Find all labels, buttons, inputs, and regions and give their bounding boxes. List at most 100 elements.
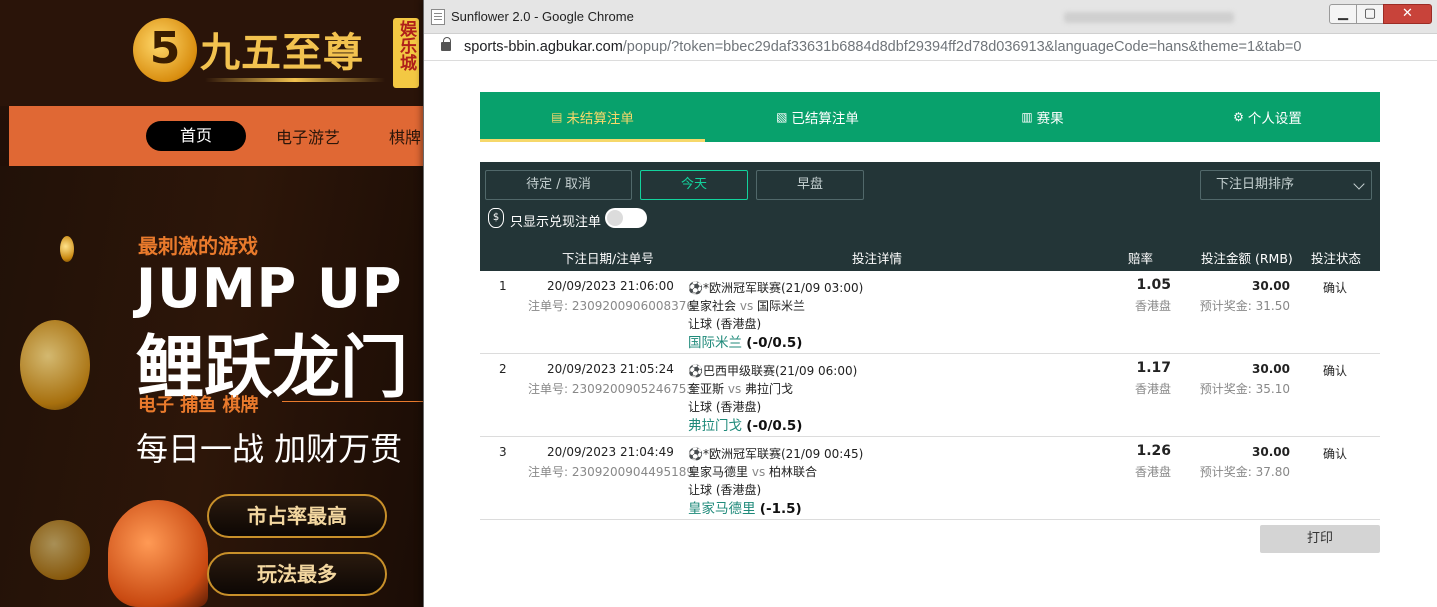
vs-label: vs: [727, 382, 742, 396]
away-team: 弗拉门戈: [745, 382, 794, 396]
close-button[interactable]: ✕: [1383, 4, 1432, 24]
maximize-button[interactable]: ▢: [1356, 4, 1384, 24]
selection-team: 国际米兰: [688, 335, 742, 351]
selection-team: 皇家马德里: [688, 501, 756, 517]
site-nav: 首页 电子游艺 棋牌: [9, 106, 430, 166]
league: ⚽*欧洲冠军联赛(21/09 00:45): [688, 445, 863, 462]
logo-badge-text: 娱乐城: [396, 20, 416, 71]
odds-value: 1.05: [1136, 277, 1171, 293]
results-board-icon: ▥: [1021, 110, 1033, 124]
soccer-ball-icon: ⚽: [688, 447, 703, 461]
league: ⚽*欧洲冠军联赛(21/09 03:00): [688, 279, 863, 296]
minimize-button[interactable]: ▁: [1329, 4, 1357, 24]
koi-fish-image: [108, 500, 208, 607]
bet-status: 确认: [1323, 447, 1348, 461]
tab-label: 个人设置: [1247, 111, 1302, 127]
bet-status: 确认: [1323, 364, 1348, 378]
receipt-check-icon: ▧: [776, 110, 788, 124]
odds-value: 1.17: [1136, 360, 1171, 376]
url-path: /popup/?token=bbec29daf33631b6884d8dbf29…: [622, 39, 1302, 55]
tab-unsettled-bets[interactable]: ▤ 未结算注单: [480, 92, 705, 142]
market-share-button[interactable]: 市占率最高: [207, 494, 387, 538]
coin-decoration: [30, 520, 90, 580]
league-name: *欧洲冠军联赛(21/09 03:00): [702, 281, 864, 295]
soccer-ball-icon: ⚽: [688, 281, 703, 295]
market-type: 让球 (香港盘): [688, 483, 762, 497]
odds-type: 香港盘: [1134, 299, 1171, 313]
selection-handicap: (-0/0.5): [746, 335, 803, 351]
filter-pending-cancelled[interactable]: 待定 / 取消: [485, 170, 632, 200]
bet-row: 1 20/09/2023 21:06:00 注单号: 2309200906008…: [480, 271, 1380, 354]
background-website: 5 九五至尊 娱乐城 首页 电子游艺 棋牌 最刺激的游戏 JUMP UP 鲤跃龙…: [0, 0, 430, 607]
money-bag-icon: $: [488, 208, 504, 228]
lock-icon[interactable]: [441, 37, 451, 51]
soccer-ball-icon: ⚽: [688, 364, 703, 378]
coin-decoration: [60, 236, 74, 262]
tab-personal-settings[interactable]: ⚙ 个人设置: [1155, 92, 1380, 142]
nav-home[interactable]: 首页: [146, 121, 246, 151]
selection: 国际米兰 (-0/0.5): [688, 331, 802, 351]
selection-team: 弗拉门戈: [688, 418, 742, 434]
window-title: Sunflower 2.0 - Google Chrome: [451, 9, 634, 24]
estimated-payout: 预计奖金: 31.50: [1199, 299, 1290, 313]
home-team: 皇家马德里: [688, 465, 749, 479]
match: 皇家社会 vs 国际米兰: [688, 297, 805, 314]
filter-early-market[interactable]: 早盘: [756, 170, 864, 200]
hero-categories: 电子 捕鱼 棋牌: [138, 395, 259, 416]
hero-slogan: 每日一战 加财万贯: [136, 430, 403, 468]
league-name: *欧洲冠军联赛(21/09 00:45): [702, 447, 864, 461]
cash-only-toggle[interactable]: [605, 208, 647, 228]
header-status: 投注状态: [1311, 251, 1362, 266]
logo-underline: [205, 78, 385, 82]
coin-decoration: [20, 320, 90, 410]
selection: 弗拉门戈 (-0/0.5): [688, 414, 802, 434]
site-logo-icon[interactable]: 5: [133, 18, 197, 82]
header-date: 下注日期/注单号: [562, 251, 654, 266]
selection: 皇家马德里 (-1.5): [688, 497, 802, 517]
blurred-region: [1064, 12, 1234, 23]
sort-dropdown[interactable]: 下注日期排序: [1200, 170, 1372, 200]
bet-number: 注单号: 2309200904495189: [528, 465, 695, 479]
bet-date: 20/09/2023 21:04:49: [547, 445, 674, 459]
nav-electronic-games[interactable]: 电子游艺: [276, 124, 340, 148]
bet-number: 注单号: 2309200906008376: [528, 299, 695, 313]
hero-tagline: 最刺激的游戏: [138, 234, 258, 258]
bet-row: 3 20/09/2023 21:04:49 注单号: 2309200904495…: [480, 437, 1380, 520]
filter-panel: 待定 / 取消 今天 早盘 下注日期排序 $ 只显示兑现注单 下注日期/注单号 …: [480, 162, 1380, 271]
league-name: 巴西甲级联赛(21/09 06:00): [702, 364, 858, 378]
bet-date: 20/09/2023 21:05:24: [547, 362, 674, 376]
estimated-payout: 预计奖金: 37.80: [1199, 465, 1290, 479]
tab-label: 已结算注单: [791, 111, 859, 127]
bet-date: 20/09/2023 21:06:00: [547, 279, 674, 293]
bet-tabs: ▤ 未结算注单 ▧ 已结算注单 ▥ 赛果 ⚙ 个人设置: [480, 92, 1380, 142]
cash-only-label: 只显示兑现注单: [510, 215, 602, 230]
bet-row: 2 20/09/2023 21:05:24 注单号: 2309200905246…: [480, 354, 1380, 437]
estimated-payout: 预计奖金: 35.10: [1199, 382, 1290, 396]
match: 皇家马德里 vs 柏林联合: [688, 463, 817, 480]
away-team: 柏林联合: [769, 465, 818, 479]
address-bar[interactable]: sports-bbin.agbukar.com/popup/?token=bbe…: [424, 34, 1437, 61]
odds-type: 香港盘: [1134, 382, 1171, 396]
tab-label: 未结算注单: [566, 111, 634, 127]
url-text[interactable]: sports-bbin.agbukar.com/popup/?token=bbe…: [464, 39, 1301, 55]
title-bar[interactable]: Sunflower 2.0 - Google Chrome ▁ ▢ ✕: [424, 0, 1437, 34]
stake-amount: 30.00: [1252, 279, 1290, 293]
most-games-button[interactable]: 玩法最多: [207, 552, 387, 596]
gear-icon: ⚙: [1233, 110, 1244, 124]
vs-label: vs: [739, 299, 754, 313]
selection-handicap: (-0/0.5): [746, 418, 803, 434]
tab-results[interactable]: ▥ 赛果: [930, 92, 1155, 142]
stake-amount: 30.00: [1252, 445, 1290, 459]
row-index: 2: [499, 362, 507, 376]
row-index: 1: [499, 279, 507, 293]
print-button[interactable]: 打印: [1260, 525, 1380, 553]
filter-today[interactable]: 今天: [640, 170, 748, 200]
nav-chess[interactable]: 棋牌: [389, 124, 421, 148]
tab-settled-bets[interactable]: ▧ 已结算注单: [705, 92, 930, 142]
match: 奎亚斯 vs 弗拉门戈: [688, 380, 793, 397]
stake-amount: 30.00: [1252, 362, 1290, 376]
home-team: 皇家社会: [688, 299, 737, 313]
market-type: 让球 (香港盘): [688, 317, 762, 331]
tab-label: 赛果: [1036, 111, 1064, 127]
sort-value: 下注日期排序: [1216, 177, 1295, 192]
